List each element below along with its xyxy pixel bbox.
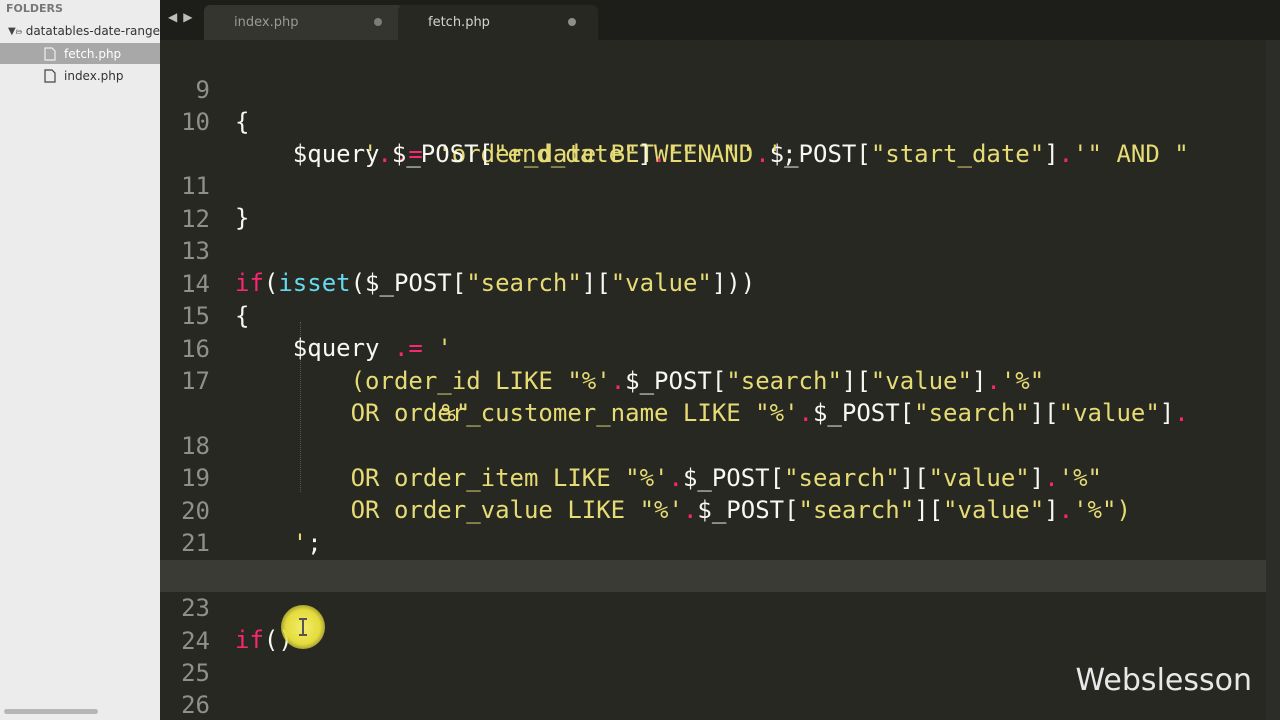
code-line-wrap[interactable]: '%": [160, 365, 1280, 427]
tab-nav-arrows[interactable]: ◀▶: [168, 10, 198, 24]
code-line[interactable]: 21 }: [160, 495, 1280, 589]
chevron-down-icon[interactable]: ▼: [8, 26, 16, 37]
tab-bar: ◀▶ index.php fetch.php: [160, 0, 1280, 40]
code-line[interactable]: 22: [160, 528, 1280, 590]
code-line[interactable]: 19 OR order_value LIKE "%'.$_POST["searc…: [160, 430, 1280, 524]
file-icon: [44, 46, 56, 61]
code-line[interactable]: 24: [160, 593, 1280, 655]
chevron-left-icon[interactable]: ◀: [168, 10, 183, 24]
file-label: index.php: [64, 68, 124, 83]
sidebar-file-index-php[interactable]: index.php: [0, 65, 160, 86]
code-line-current[interactable]: 23 if(): [160, 560, 1280, 654]
folder-label: datatables-date-range: [25, 24, 160, 38]
file-icon: [44, 68, 56, 83]
code-line[interactable]: 13 if(isset($_POST["search"]["value"])): [160, 203, 1280, 297]
tab-label: fetch.php: [428, 15, 490, 30]
code-line[interactable]: 12: [160, 171, 1280, 233]
code-line[interactable]: 9 {: [160, 42, 1280, 136]
code-line[interactable]: 15 $query .= ': [160, 268, 1280, 362]
code-line[interactable]: 16 (order_id LIKE "%'.$_POST["search"]["…: [160, 301, 1280, 395]
code-line[interactable]: 14 {: [160, 236, 1280, 330]
folder-open-icon: [15, 29, 22, 34]
unsaved-dot-icon[interactable]: [374, 18, 382, 26]
code-line[interactable]: 11 }: [160, 138, 1280, 232]
mouse-cursor-highlight: [281, 605, 325, 649]
editor-scrollbar[interactable]: [1266, 40, 1280, 720]
watermark: Webslesson: [1075, 663, 1252, 698]
code-line[interactable]: 20 ';: [160, 463, 1280, 557]
code-line[interactable]: 17 OR order_customer_name LIKE "%'.$_POS…: [160, 333, 1280, 427]
code-line[interactable]: 25: [160, 625, 1280, 687]
code-editor[interactable]: 9 { 10 $query .= 'order_date BETWEEN "'.…: [160, 40, 1280, 720]
sidebar: FOLDERS ▼ datatables-date-range fetch.ph…: [0, 0, 161, 720]
file-label: fetch.php: [64, 46, 122, 61]
ibeam-cursor-icon: [299, 618, 307, 636]
code-line[interactable]: 18 OR order_item LIKE "%'.$_POST["search…: [160, 398, 1280, 492]
folder-datatables-date-range[interactable]: ▼ datatables-date-range: [0, 20, 160, 42]
tab-fetch-php[interactable]: fetch.php: [398, 5, 598, 40]
tab-index-php[interactable]: index.php: [204, 5, 404, 40]
sidebar-file-fetch-php[interactable]: fetch.php: [0, 43, 160, 64]
line-number: 26: [181, 691, 210, 719]
code-line[interactable]: 10 $query .= 'order_date BETWEEN "'.$_PO…: [160, 74, 1280, 168]
code-line-wrap[interactable]: '.$_POST["end_date"].'" AND ';: [160, 106, 1280, 168]
folders-header: FOLDERS: [6, 2, 63, 15]
unsaved-dot-icon[interactable]: [568, 18, 576, 26]
tab-label: index.php: [234, 15, 299, 30]
sidebar-scrollbar[interactable]: [4, 709, 98, 714]
chevron-right-icon[interactable]: ▶: [183, 10, 198, 24]
